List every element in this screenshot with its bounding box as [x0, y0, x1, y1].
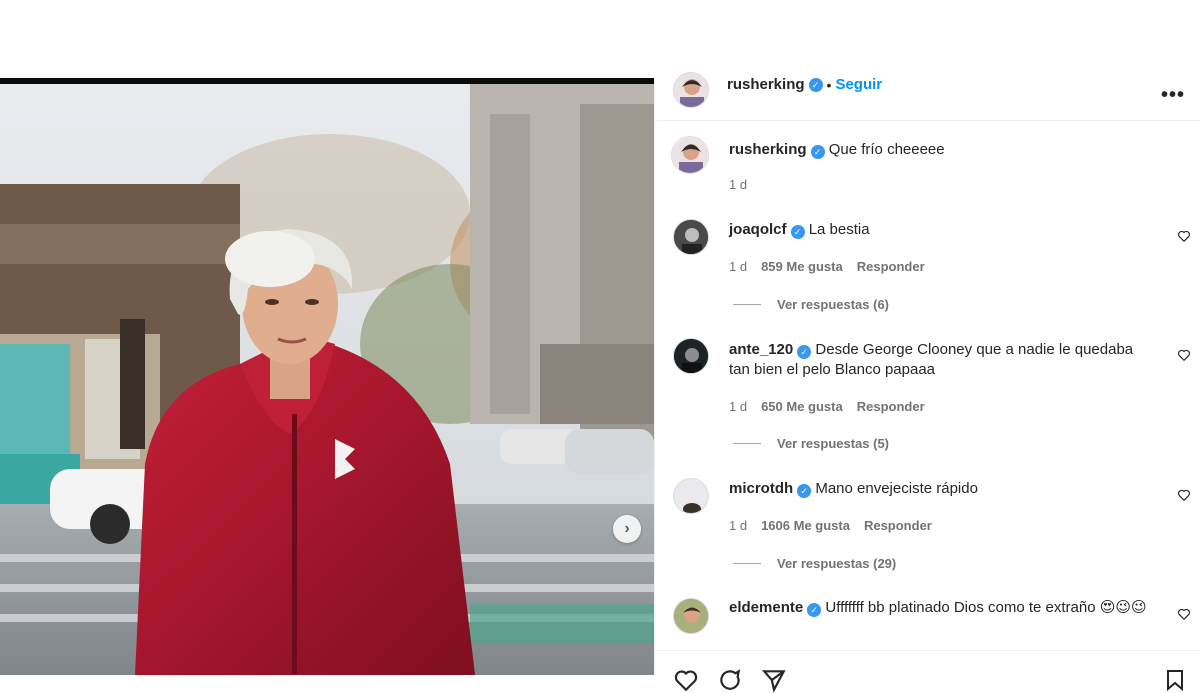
- replies-line: [733, 443, 761, 444]
- comment-body: ante_120 ✓ Desde George Clooney que a nad…: [729, 340, 1149, 380]
- bookmark-icon[interactable]: [1163, 667, 1187, 693]
- avatar-image: [674, 599, 708, 633]
- view-replies-button[interactable]: Ver respuestas (29): [733, 556, 896, 571]
- avatar-image: [672, 137, 708, 173]
- heart-icon[interactable]: [1177, 229, 1191, 243]
- comment-username[interactable]: eldemente: [729, 599, 803, 616]
- heart-icon[interactable]: [1177, 488, 1191, 502]
- separator-dot: •: [826, 76, 832, 93]
- reply-button[interactable]: Responder: [864, 518, 932, 533]
- top-blank-area: [0, 0, 1200, 78]
- comment-time[interactable]: 1 d: [729, 399, 747, 414]
- caption-text: Que frío cheeeee: [828, 141, 945, 158]
- next-image-button[interactable]: ›: [613, 515, 641, 543]
- post-image[interactable]: ›: [0, 78, 654, 675]
- post-photo: [0, 84, 654, 675]
- caption: rusherking ✓ Que frío cheeeee: [729, 140, 1149, 160]
- comment-avatar[interactable]: [673, 338, 709, 374]
- avatar-image: [674, 339, 708, 373]
- comment-avatar[interactable]: [673, 598, 709, 634]
- view-replies-label: Ver respuestas (5): [777, 436, 890, 451]
- avatar-image: [674, 220, 708, 254]
- replies-line: [733, 563, 761, 564]
- comment-likes[interactable]: 859 Me gusta: [761, 259, 843, 274]
- comment-username[interactable]: ante_120: [729, 341, 793, 358]
- replies-line: [733, 304, 761, 305]
- chevron-right-icon: ›: [624, 520, 630, 537]
- share-icon[interactable]: [761, 667, 787, 693]
- comment-text: La bestia: [808, 221, 870, 238]
- more-options-icon[interactable]: •••: [1161, 84, 1185, 107]
- verified-badge-icon: ✓: [807, 603, 822, 617]
- comment-text: Mano envejeciste rápido: [815, 480, 978, 497]
- comment-avatar[interactable]: [673, 478, 709, 514]
- comment-avatar[interactable]: [673, 219, 709, 255]
- comment-body: microtdh ✓ Mano envejeciste rápido: [729, 479, 1149, 499]
- caption-meta: 1 d: [729, 177, 747, 192]
- post-action-bar: [655, 650, 1200, 693]
- verified-badge-icon: ✓: [808, 77, 823, 92]
- view-replies-button[interactable]: Ver respuestas (5): [733, 436, 889, 451]
- comment-time[interactable]: 1 d: [729, 518, 747, 533]
- comment-icon[interactable]: [717, 667, 743, 693]
- heart-icon[interactable]: [673, 667, 699, 693]
- comment-text: Ufffffff bb platinado Dios como te extra…: [825, 599, 1147, 616]
- caption-author-avatar[interactable]: [671, 136, 709, 174]
- caption-time[interactable]: 1 d: [729, 177, 747, 192]
- reply-button[interactable]: Responder: [857, 399, 925, 414]
- comment-likes[interactable]: 1606 Me gusta: [761, 518, 850, 533]
- avatar-image: [674, 73, 708, 107]
- heart-icon[interactable]: [1177, 348, 1191, 362]
- author-username[interactable]: rusherking: [727, 76, 805, 93]
- comment-meta: 1 d 859 Me gusta Responder: [729, 259, 925, 274]
- follow-button[interactable]: Seguir: [835, 76, 882, 93]
- view-replies-button[interactable]: Ver respuestas (6): [733, 297, 889, 312]
- verified-badge-icon: ✓: [797, 345, 812, 359]
- reply-button[interactable]: Responder: [857, 259, 925, 274]
- post-header: rusherking ✓ • Seguir •••: [655, 72, 1200, 121]
- verified-badge-icon: ✓: [790, 225, 805, 239]
- avatar-image: [674, 479, 708, 513]
- comment-meta: 1 d 650 Me gusta Responder: [729, 399, 925, 414]
- verified-badge-icon: ✓: [797, 484, 812, 498]
- comment-meta: 1 d 1606 Me gusta Responder: [729, 518, 932, 533]
- caption-username[interactable]: rusherking: [729, 141, 807, 158]
- post-side-panel: rusherking ✓ • Seguir ••• rusherking ✓ Qu…: [654, 72, 1200, 693]
- comment-time[interactable]: 1 d: [729, 259, 747, 274]
- comment-username[interactable]: microtdh: [729, 480, 793, 497]
- comment-username[interactable]: joaqolcf: [729, 221, 787, 238]
- view-replies-label: Ver respuestas (29): [777, 556, 897, 571]
- comment-likes[interactable]: 650 Me gusta: [761, 399, 843, 414]
- author-avatar[interactable]: [673, 72, 709, 108]
- heart-icon[interactable]: [1177, 607, 1191, 621]
- comment-body: joaqolcf ✓ La bestia: [729, 220, 1149, 240]
- verified-badge-icon: ✓: [810, 145, 825, 159]
- comment-body: eldemente ✓ Ufffffff bb platinado Dios co…: [729, 598, 1149, 618]
- view-replies-label: Ver respuestas (6): [777, 297, 890, 312]
